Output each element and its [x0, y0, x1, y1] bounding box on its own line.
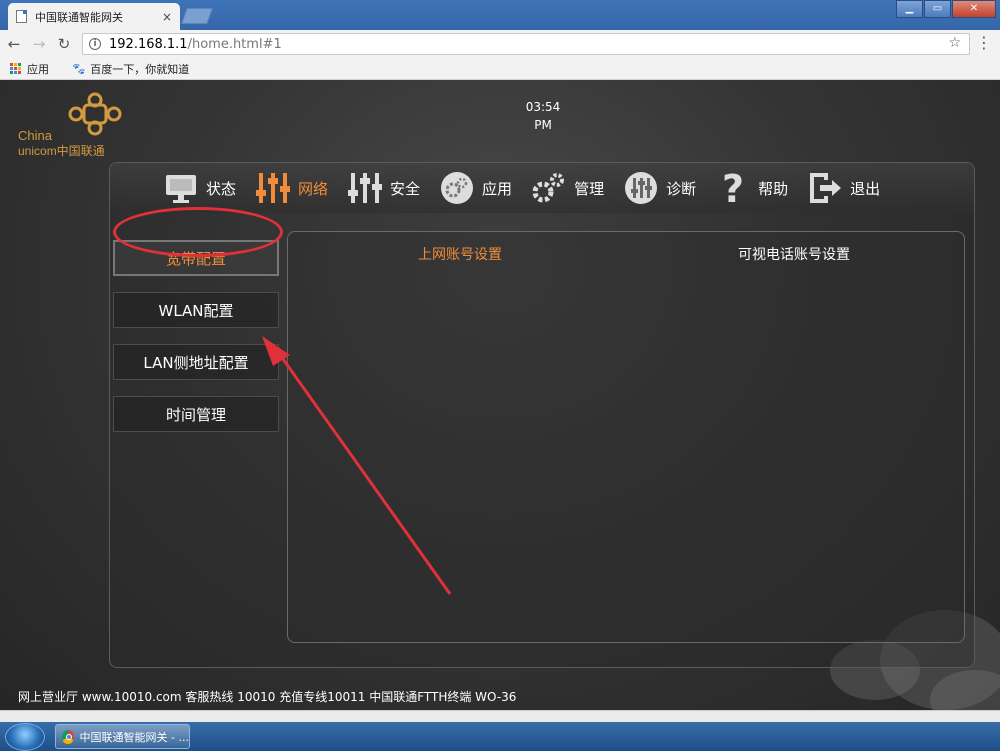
top-navigation: 状态 网络 安全 应用 管理 诊断 ? 帮助 退出 — [110, 163, 974, 213]
china-unicom-logo: China unicom中国联通 — [16, 92, 126, 158]
window-controls: ▁ ▭ ✕ — [895, 0, 996, 18]
svg-text:?: ? — [722, 170, 744, 206]
nav-label: 应用 — [482, 179, 513, 198]
url-host: 192.168.1.1 — [109, 36, 188, 52]
security-sliders-icon — [348, 173, 383, 203]
question-icon: ? — [722, 170, 744, 206]
tab-close-icon[interactable]: × — [162, 10, 172, 24]
bookmark-baidu[interactable]: 🐾︎ 百度一下，你就知道 — [71, 61, 189, 77]
nav-network[interactable]: 网络 — [254, 170, 328, 206]
new-tab-button[interactable] — [181, 8, 213, 24]
minimize-button[interactable]: ▁ — [896, 0, 923, 18]
gear-icon — [441, 172, 474, 204]
bookmark-label: 百度一下，你就知道 — [90, 62, 190, 76]
forward-arrow-icon[interactable]: → — [28, 35, 50, 53]
baidu-paw-icon: 🐾︎ — [71, 61, 87, 76]
logo-text-unicom: unicom中国联通 — [18, 144, 105, 158]
nav-label: 网络 — [298, 179, 329, 198]
monitor-icon — [166, 175, 196, 203]
clock-period: PM — [534, 118, 552, 132]
nav-label: 状态 — [206, 179, 237, 198]
footer-text: 网上营业厅 www.10010.com 客服热线 10010 充值专线10011… — [18, 690, 517, 704]
tab-title: 中国联通智能网关 — [35, 10, 123, 24]
nav-management[interactable]: 管理 — [530, 170, 604, 206]
browser-tabstrip: 中国联通智能网关 × ▁ ▭ ✕ — [0, 0, 1000, 30]
nav-label: 退出 — [850, 179, 881, 198]
nav-help[interactable]: ? 帮助 — [714, 170, 788, 206]
diagnose-icon — [625, 172, 658, 204]
content-panel: 上网账号设置 可视电话账号设置 — [287, 231, 965, 643]
start-button[interactable] — [5, 723, 45, 751]
main-frame: 状态 网络 安全 应用 管理 诊断 ? 帮助 退出 宽带配置 WLAN配置 LA… — [109, 162, 975, 668]
chrome-icon — [62, 729, 74, 744]
nav-label: 诊断 — [666, 179, 697, 198]
sidebar: 宽带配置 WLAN配置 LAN侧地址配置 时间管理 — [113, 240, 279, 448]
nav-label: 管理 — [574, 179, 605, 198]
bookmark-label: 应用 — [27, 62, 49, 76]
address-bar[interactable]: i 192.168.1.1 /home.html#1 ☆ — [82, 33, 970, 55]
nav-apps[interactable]: 应用 — [438, 170, 512, 206]
taskbar-label: 中国联通智能网关 - ... — [79, 730, 189, 744]
tab-internet-account[interactable]: 上网账号设置 — [418, 244, 502, 264]
close-window-button[interactable]: ✕ — [952, 0, 996, 18]
sidebar-item-time[interactable]: 时间管理 — [113, 396, 279, 432]
nav-label: 帮助 — [758, 179, 789, 198]
back-arrow-icon[interactable]: ← — [3, 35, 25, 53]
maximize-button[interactable]: ▭ — [924, 0, 951, 18]
sidebar-item-broadband[interactable]: 宽带配置 — [113, 240, 279, 276]
nav-status[interactable]: 状态 — [162, 170, 236, 206]
sidebar-item-wlan[interactable]: WLAN配置 — [113, 292, 279, 328]
nav-security[interactable]: 安全 — [346, 170, 420, 206]
browser-menu-icon[interactable]: ⋮ — [976, 34, 992, 52]
nav-label: 安全 — [390, 179, 421, 198]
tab-videophone-account[interactable]: 可视电话账号设置 — [738, 244, 850, 264]
unicom-knot-icon — [68, 92, 122, 136]
info-icon[interactable]: i — [89, 38, 101, 50]
apps-grid-icon — [10, 63, 21, 74]
clock: 03:54 PM — [520, 98, 566, 134]
bookmark-star-icon[interactable]: ☆ — [948, 35, 961, 51]
bookmarks-bar: 应用 🐾︎ 百度一下，你就知道 — [0, 58, 1000, 80]
url-path: /home.html#1 — [187, 36, 282, 52]
windows-taskbar: 中国联通智能网关 - ... — [0, 722, 1000, 751]
router-admin-page: China unicom中国联通 03:54 PM 状态 网络 安全 应用 管理… — [0, 80, 1000, 710]
sliders-icon — [256, 173, 291, 203]
page-icon — [16, 10, 27, 23]
browser-toolbar: ← → ↻ i 192.168.1.1 /home.html#1 ☆ ⋮ — [0, 30, 1000, 58]
clock-time: 03:54 — [525, 100, 561, 114]
nav-logout[interactable]: 退出 — [806, 170, 880, 206]
gears-icon — [532, 173, 565, 203]
bookmark-apps[interactable]: 应用 — [10, 61, 49, 77]
nav-diagnose[interactable]: 诊断 — [622, 170, 696, 206]
reload-icon[interactable]: ↻ — [53, 35, 75, 53]
logo-text-china: China — [18, 128, 52, 143]
horizontal-scrollbar[interactable] — [0, 710, 1000, 722]
logout-icon — [810, 173, 842, 203]
taskbar-chrome-window[interactable]: 中国联通智能网关 - ... — [55, 724, 190, 749]
browser-tab[interactable]: 中国联通智能网关 × — [8, 3, 180, 30]
sidebar-item-lan[interactable]: LAN侧地址配置 — [113, 344, 279, 380]
